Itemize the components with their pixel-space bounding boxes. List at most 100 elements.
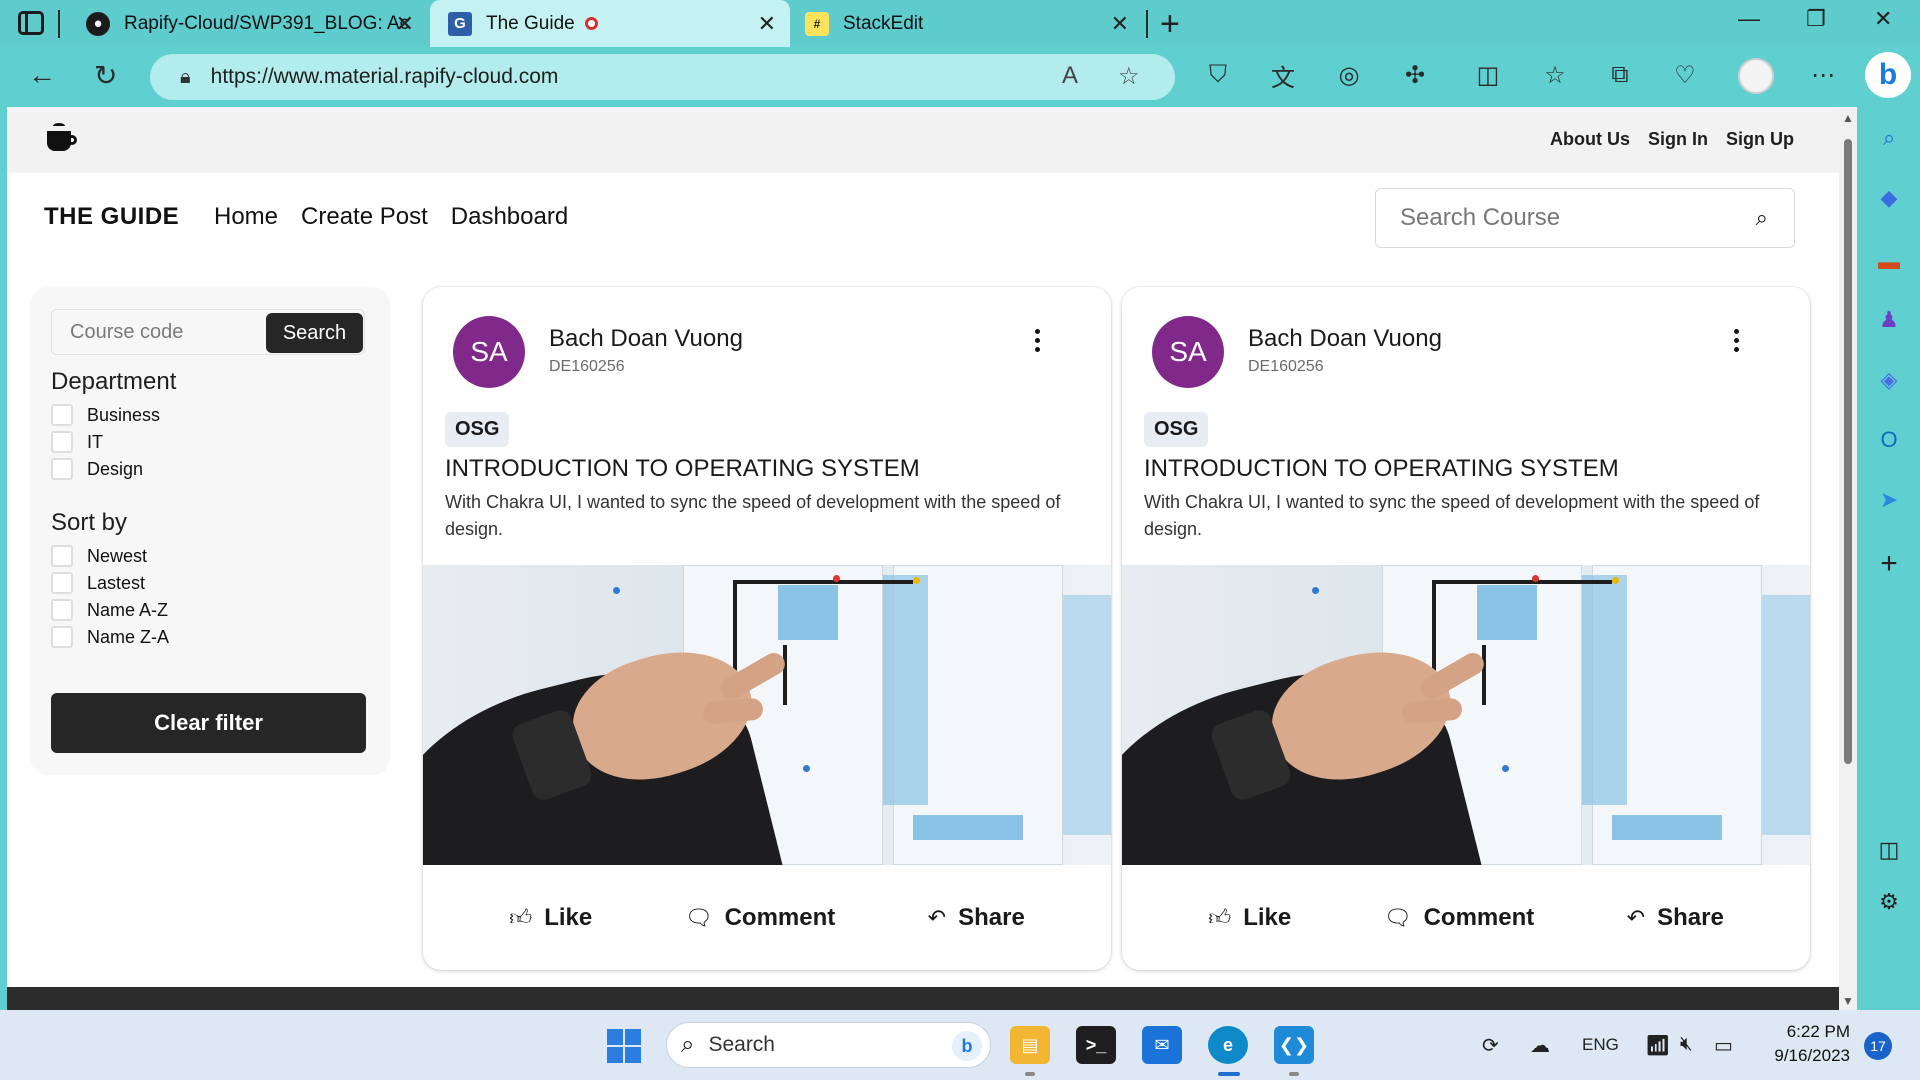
extension-c-icon[interactable]: ◎: [1334, 60, 1364, 90]
course-tag[interactable]: OSG: [1144, 412, 1209, 447]
clear-filter-button[interactable]: Clear filter: [51, 693, 366, 753]
post-title[interactable]: INTRODUCTION TO OPERATING SYSTEM: [1144, 455, 1619, 483]
windows-start-icon[interactable]: [607, 1029, 641, 1063]
browser-essentials-icon[interactable]: ♡: [1670, 60, 1700, 90]
add-sidebar-app-icon[interactable]: +: [1874, 547, 1904, 580]
edge-browser-icon[interactable]: e: [1208, 1026, 1248, 1064]
checkbox[interactable]: [51, 458, 73, 480]
checkbox-newest[interactable]: Newest: [51, 545, 147, 567]
games-icon[interactable]: ♟: [1874, 305, 1904, 335]
share-button[interactable]: ↶ Share: [1627, 904, 1724, 932]
checkbox[interactable]: [51, 404, 73, 426]
post-title[interactable]: INTRODUCTION TO OPERATING SYSTEM: [445, 455, 920, 483]
microsoft-365-icon[interactable]: ◈: [1874, 365, 1904, 395]
bing-copilot-icon[interactable]: b: [1865, 52, 1911, 98]
like-button[interactable]: 👍︎ Like: [1208, 904, 1291, 932]
address-bar[interactable]: 🔒︎ https://www.material.rapify-cloud.com…: [150, 54, 1175, 100]
volume-muted-icon[interactable]: 🔇︎: [1680, 1033, 1693, 1056]
scroll-down-icon[interactable]: ▼: [1842, 994, 1854, 1008]
sign-up-link[interactable]: Sign Up: [1726, 129, 1794, 150]
split-screen-icon[interactable]: ◫: [1473, 60, 1503, 90]
checkbox[interactable]: [51, 545, 73, 567]
checkbox[interactable]: [51, 599, 73, 621]
close-tab-icon[interactable]: ✕: [396, 11, 414, 37]
refresh-icon[interactable]: ↻: [94, 59, 117, 92]
checkbox-name-a-z[interactable]: Name A-Z: [51, 599, 168, 621]
checkbox-it[interactable]: IT: [51, 431, 103, 453]
minimize-icon[interactable]: —: [1738, 6, 1760, 32]
coffee-cup-logo-icon[interactable]: [47, 123, 77, 151]
checkbox[interactable]: [51, 572, 73, 594]
wifi-icon[interactable]: 📶︎: [1645, 1033, 1670, 1058]
workspaces-icon[interactable]: [18, 11, 44, 35]
sidebar-settings-icon[interactable]: ⚙: [1874, 887, 1904, 917]
language-indicator[interactable]: ENG: [1582, 1035, 1619, 1055]
course-tag[interactable]: OSG: [445, 412, 510, 447]
search-icon[interactable]: ⌕: [1756, 205, 1768, 231]
battery-icon[interactable]: ▭: [1714, 1033, 1733, 1058]
scroll-up-icon[interactable]: ▲: [1842, 111, 1854, 125]
sync-icon[interactable]: ⟳: [1482, 1033, 1499, 1058]
nav-home[interactable]: Home: [214, 203, 278, 231]
author-name[interactable]: Bach Doan Vuong: [549, 325, 743, 353]
checkbox-name-z-a[interactable]: Name Z-A: [51, 626, 169, 648]
sign-in-link[interactable]: Sign In: [1648, 129, 1708, 150]
tools-icon[interactable]: ▬: [1874, 247, 1904, 277]
mail-icon[interactable]: ✉: [1142, 1026, 1182, 1064]
drop-icon[interactable]: ➤: [1874, 485, 1904, 515]
restore-icon[interactable]: ❐: [1806, 6, 1826, 32]
author-name[interactable]: Bach Doan Vuong: [1248, 325, 1442, 353]
translate-icon[interactable]: 文: [1268, 60, 1298, 92]
about-us-link[interactable]: About Us: [1550, 129, 1630, 150]
share-button[interactable]: ↶ Share: [928, 904, 1025, 932]
search-icon[interactable]: ⌕: [1874, 123, 1904, 153]
page-scrollbar[interactable]: ▲ ▼: [1839, 107, 1857, 1010]
close-tab-icon[interactable]: ✕: [1111, 11, 1129, 37]
close-window-icon[interactable]: ✕: [1874, 6, 1892, 32]
shopping-tag-icon[interactable]: ◆: [1874, 183, 1904, 213]
search-course-input[interactable]: Search Course ⌕: [1375, 188, 1795, 248]
like-button[interactable]: 👍︎ Like: [509, 904, 592, 932]
tab-github[interactable]: ● Rapify-Cloud/SWP391_BLOG: Ac ✕: [72, 0, 428, 47]
nav-create-post[interactable]: Create Post: [301, 203, 428, 231]
outlook-icon[interactable]: O: [1874, 425, 1904, 455]
back-icon[interactable]: ←: [28, 59, 56, 91]
vscode-icon[interactable]: ❮❯: [1274, 1026, 1314, 1064]
terminal-icon[interactable]: >_: [1076, 1026, 1116, 1064]
nav-dashboard[interactable]: Dashboard: [451, 203, 568, 231]
checkbox-design[interactable]: Design: [51, 458, 143, 480]
taskbar-search[interactable]: ⌕ Search b: [666, 1022, 991, 1068]
checkbox[interactable]: [51, 431, 73, 453]
notification-badge[interactable]: 17: [1864, 1032, 1892, 1060]
hide-sidebar-icon[interactable]: ◫: [1874, 835, 1904, 865]
extensions-puzzle-icon[interactable]: ✣: [1400, 60, 1430, 90]
comment-button[interactable]: 🗨︎ Comment: [1384, 904, 1535, 932]
course-code-input[interactable]: Course code Search: [51, 309, 365, 355]
checkbox-lastest[interactable]: Lastest: [51, 572, 145, 594]
favorites-icon[interactable]: ☆: [1540, 60, 1570, 90]
shield-icon[interactable]: ⛉: [1203, 60, 1233, 90]
author-avatar[interactable]: SA: [1152, 316, 1224, 388]
close-tab-icon[interactable]: ✕: [758, 11, 776, 37]
bing-icon[interactable]: b: [952, 1031, 982, 1061]
taskbar-clock[interactable]: 6:22 PM 9/16/2023: [1760, 1020, 1850, 1068]
tab-the-guide[interactable]: G The Guide ✕: [430, 0, 790, 47]
new-tab-icon[interactable]: +: [1160, 5, 1180, 44]
lock-icon[interactable]: 🔒︎: [180, 66, 191, 89]
more-options-icon[interactable]: [1734, 329, 1740, 356]
tab-stackedit[interactable]: # StackEdit ✕: [793, 0, 1143, 47]
checkbox[interactable]: [51, 626, 73, 648]
comment-button[interactable]: 🗨︎ Comment: [685, 904, 836, 932]
read-aloud-icon[interactable]: A: [1062, 62, 1078, 90]
file-explorer-icon[interactable]: ▤: [1010, 1026, 1050, 1064]
profile-avatar[interactable]: [1738, 58, 1774, 94]
onedrive-cloud-icon[interactable]: ☁: [1530, 1033, 1550, 1058]
favorite-star-icon[interactable]: ☆: [1118, 62, 1140, 91]
more-menu-icon[interactable]: ⋯: [1808, 60, 1838, 90]
brand-title[interactable]: THE GUIDE: [44, 203, 179, 231]
more-options-icon[interactable]: [1035, 329, 1041, 356]
author-avatar[interactable]: SA: [453, 316, 525, 388]
collections-icon[interactable]: ⧉: [1605, 60, 1635, 90]
scroll-thumb[interactable]: [1844, 139, 1852, 764]
course-search-button[interactable]: Search: [266, 313, 363, 353]
